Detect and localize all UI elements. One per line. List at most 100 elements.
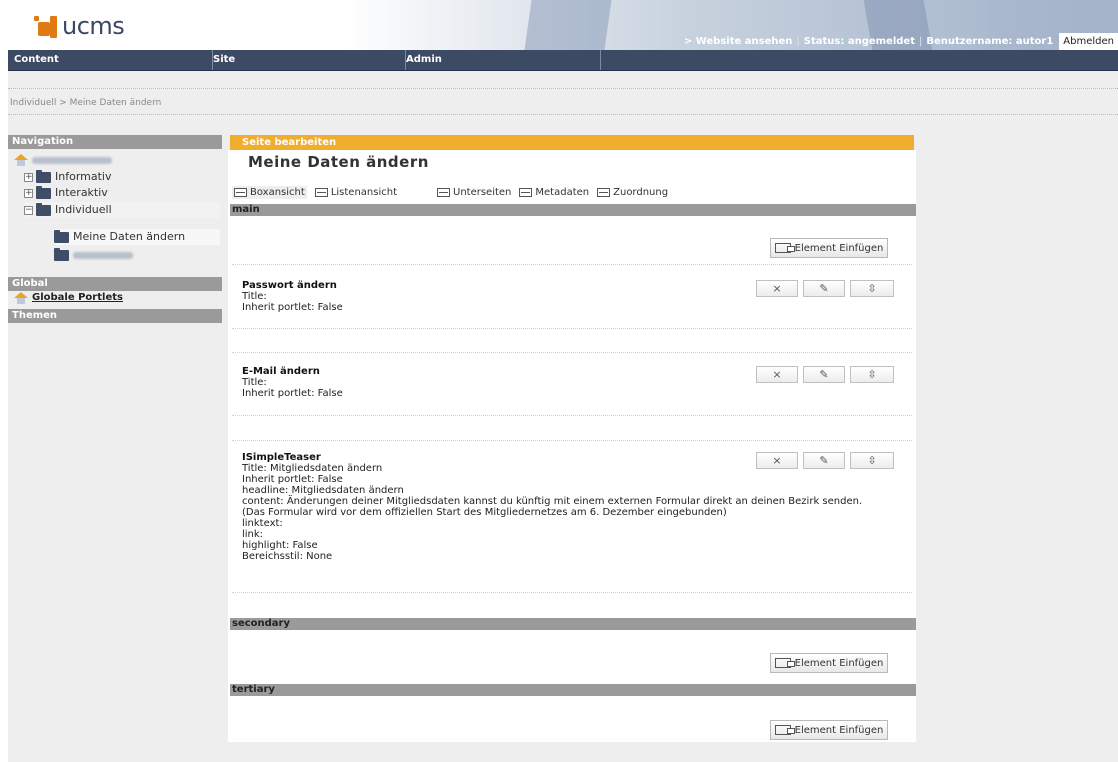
insert-element-button[interactable]: Element Einfügen: [770, 720, 888, 740]
navigation-title: Navigation: [8, 135, 222, 149]
tree-item-informativ[interactable]: + Informativ: [24, 169, 111, 185]
divider: [8, 114, 1118, 115]
portlet-line: headline: Mitgliedsdaten ändern: [242, 485, 404, 496]
portlet-controls: × ✎ ⇳: [756, 280, 894, 297]
logo[interactable]: ucms: [34, 8, 125, 40]
pencil-icon: ✎: [819, 282, 829, 295]
tab-listenansicht[interactable]: Listenansicht: [314, 187, 397, 198]
tab-boxansicht[interactable]: Boxansicht: [232, 185, 307, 199]
portlet-line: Inherit portlet: False: [242, 474, 343, 485]
move-icon: ⇳: [867, 368, 877, 381]
tree-item-label: Informativ: [55, 170, 112, 183]
tree-root[interactable]: [14, 152, 112, 168]
insert-icon: [774, 725, 795, 735]
global-title: Global: [8, 277, 222, 291]
tab-zuordnung[interactable]: Zuordnung: [597, 187, 668, 198]
insert-element-button[interactable]: Element Einfügen: [770, 653, 888, 673]
portlet-line: content: Änderungen deiner Mitgliedsdate…: [242, 496, 863, 507]
edit-button[interactable]: ✎: [803, 366, 845, 383]
tree-item-redacted[interactable]: [54, 247, 133, 263]
tree-item-meine-daten[interactable]: Meine Daten ändern: [54, 229, 220, 245]
portlet-controls: × ✎ ⇳: [756, 366, 894, 383]
divider: [232, 440, 912, 441]
menu-content[interactable]: Content: [8, 50, 213, 70]
folder-icon: [54, 247, 69, 261]
menu-admin[interactable]: Admin: [400, 50, 601, 70]
menu-site[interactable]: Site: [207, 50, 406, 70]
redacted-label: [73, 251, 133, 259]
portlet-line: Title:: [242, 291, 267, 302]
assignment-icon: [597, 187, 611, 197]
home-icon: [14, 292, 28, 304]
status-text: Status: angemeldet: [803, 36, 915, 47]
separator: |: [919, 36, 923, 47]
tree-item-interaktiv[interactable]: + Interaktiv: [24, 185, 108, 201]
main-menu: Content Site Admin: [8, 50, 1118, 71]
tree-item-label: Interaktiv: [55, 186, 108, 199]
divider: [232, 415, 912, 416]
tab-unterseiten[interactable]: Unterseiten: [437, 187, 511, 198]
page-title: Meine Daten ändern: [248, 153, 429, 171]
divider: [232, 328, 912, 329]
delete-button[interactable]: ×: [756, 280, 798, 297]
redacted-label: [32, 156, 112, 164]
portlet-passwort: Passwort ändern Title: Inherit portlet: …: [242, 280, 343, 313]
status-bar: > Website ansehen | Status: angemeldet |…: [684, 33, 1118, 50]
pencil-icon: ✎: [819, 454, 829, 467]
insert-icon: [774, 658, 795, 668]
portlet-line: highlight: False: [242, 540, 318, 551]
themen-title: Themen: [8, 309, 222, 323]
delete-button[interactable]: ×: [756, 366, 798, 383]
tab-metadaten[interactable]: Metadaten: [519, 187, 589, 198]
portlet-line: link:: [242, 529, 264, 540]
home-icon: [14, 154, 28, 166]
expand-icon[interactable]: +: [24, 188, 33, 198]
username-text: Benutzername: autor1: [926, 36, 1054, 47]
move-icon: ⇳: [867, 282, 877, 295]
logout-button[interactable]: Abmelden: [1059, 33, 1118, 50]
portlet-line: (Das Formular wird vor dem offiziellen S…: [242, 507, 727, 518]
logo-text: ucms: [62, 12, 125, 40]
box-view-icon: [234, 187, 247, 197]
divider: [8, 88, 1118, 89]
delete-button[interactable]: ×: [756, 452, 798, 469]
global-portlets-label: Globale Portlets: [32, 292, 123, 303]
delete-icon: ×: [772, 282, 782, 295]
list-view-icon: [314, 187, 328, 197]
move-icon: ⇳: [867, 454, 877, 467]
separator: |: [796, 36, 800, 47]
portlet-line: Inherit portlet: False: [242, 302, 343, 313]
tree-item-individuell[interactable]: − Individuell: [24, 202, 220, 218]
header: ucms > Website ansehen | Status: angemel…: [8, 0, 1118, 50]
global-portlets-link[interactable]: Globale Portlets: [14, 290, 123, 306]
move-button[interactable]: ⇳: [850, 366, 894, 383]
pencil-icon: ✎: [819, 368, 829, 381]
portlet-line: Bereichsstil: None: [242, 551, 333, 562]
delete-icon: ×: [772, 368, 782, 381]
folder-icon: [36, 185, 51, 199]
tree-item-label: Meine Daten ändern: [73, 230, 186, 243]
divider: [232, 264, 912, 265]
subpages-icon: [437, 187, 450, 197]
divider: [232, 592, 912, 593]
website-ansehen-link[interactable]: > Website ansehen: [684, 36, 793, 47]
portlet-line: Title:: [242, 377, 267, 388]
breadcrumb[interactable]: Individuell > Meine Daten ändern: [10, 98, 161, 108]
edit-button[interactable]: ✎: [803, 280, 845, 297]
section-secondary-header: secondary: [230, 618, 916, 630]
delete-icon: ×: [772, 454, 782, 467]
portlet-title: Passwort ändern: [242, 280, 337, 291]
portlet-controls: × ✎ ⇳: [756, 452, 894, 469]
portlet-line: linktext:: [242, 518, 283, 529]
edit-button[interactable]: ✎: [803, 452, 845, 469]
collapse-icon[interactable]: −: [24, 205, 33, 215]
portlet-line: Inherit portlet: False: [242, 388, 343, 399]
expand-icon[interactable]: +: [24, 172, 33, 182]
move-button[interactable]: ⇳: [850, 280, 894, 297]
move-button[interactable]: ⇳: [850, 452, 894, 469]
insert-element-button[interactable]: Element Einfügen: [770, 238, 888, 258]
view-tabs: Boxansicht Listenansicht Unterseiten Met…: [232, 184, 676, 200]
portlet-title: E-Mail ändern: [242, 366, 320, 377]
divider: [232, 352, 912, 353]
header-decoration: [524, 0, 612, 50]
